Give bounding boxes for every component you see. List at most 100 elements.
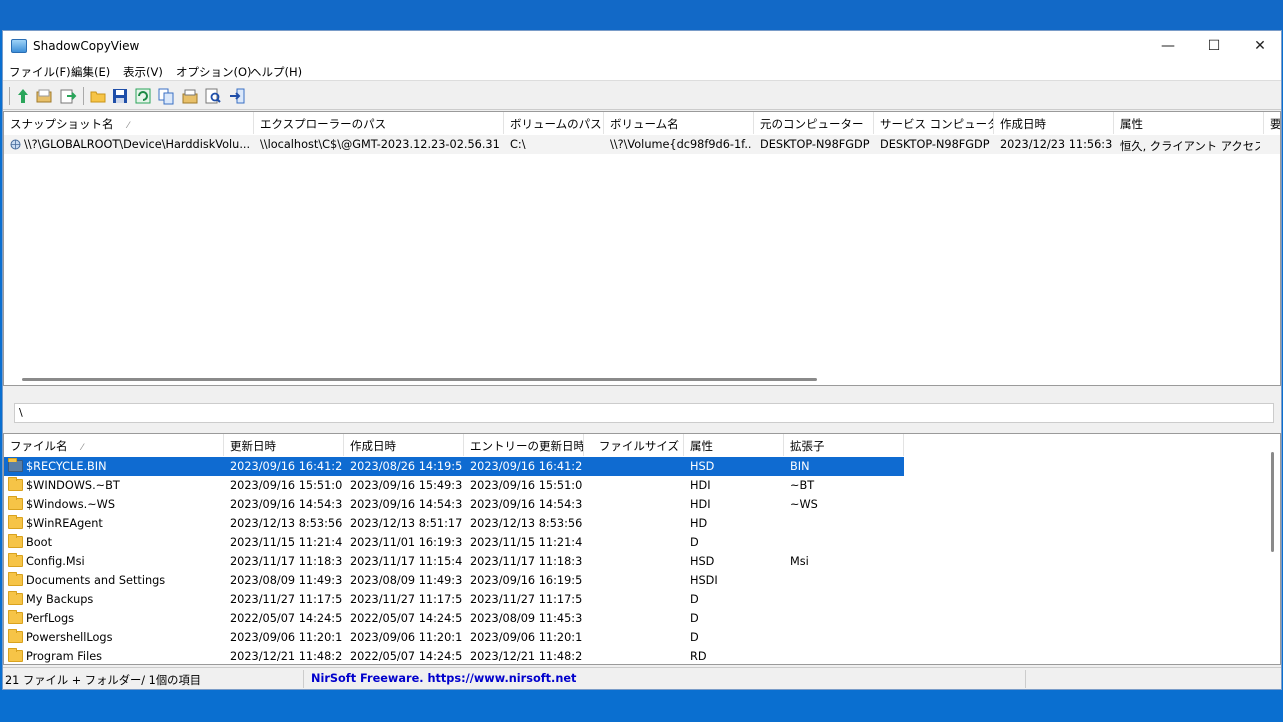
title-bar[interactable]: ShadowCopyView — ☐ ✕ [3,31,1281,61]
cell-modified: 2023/12/13 8:53:56 [230,517,342,530]
folder-icon[interactable] [89,87,107,105]
cell-attributes: HSDI [690,574,718,587]
toolbar-separator [83,87,84,105]
cell-attributes: RD [690,650,707,663]
cell-entry-modified: 2023/09/16 15:51:03 [470,479,582,492]
save-icon[interactable] [111,87,129,105]
cell-modified: 2023/08/09 11:49:36 [230,574,342,587]
table-row[interactable]: Program Files 2023/12/21 11:48:29 2022/05/… [4,647,904,664]
table-row[interactable]: $Windows.~WS 2023/09/16 14:54:31 2023/09/1… [4,495,904,514]
cell-entry-modified: 2023/09/16 14:54:31 [470,498,582,511]
table-row[interactable]: PerfLogs 2022/05/07 14:24:50 2022/05/07 14… [4,609,904,628]
toolbar [3,82,1281,110]
column-header-attributes[interactable]: 属性 [1114,112,1264,134]
file-list[interactable]: ファイル名 ⁄ 更新日時 作成日時 エントリーの更新日時 ファイルサイズ 属性 拡… [3,433,1281,665]
minimize-button[interactable]: — [1145,31,1191,61]
cell-service-computer: DESKTOP-N98FGDP [880,138,990,151]
cell-created: 2023/12/13 8:51:17 [350,517,462,530]
snapshot-icon [10,139,21,150]
folder-icon [8,458,23,472]
folder-icon [8,610,23,624]
cell-attributes: D [690,593,699,606]
cell-attributes: D [690,536,699,549]
cell-file-name: Documents and Settings [26,574,166,587]
menu-view[interactable]: 表示(V) [123,64,163,80]
sort-indicator: ⁄ [81,443,84,453]
export-icon[interactable] [59,87,77,105]
column-header-extension[interactable]: 拡張子 [784,434,904,456]
cell-modified: 2023/12/21 11:48:29 [230,650,342,663]
cell-modified: 2023/11/27 11:17:56 [230,593,342,606]
cell-attributes: HD [690,517,708,530]
horizontal-scrollbar[interactable] [22,378,817,381]
cell-explorer-path: \\localhost\C$\@GMT-2023.12.23-02.56.31 [260,138,500,151]
table-row[interactable]: $WINDOWS.~BT 2023/09/16 15:51:03 2023/09/1… [4,476,904,495]
column-header-service-computer[interactable]: サービス コンピューター [874,112,994,134]
cell-extension: BIN [790,460,810,473]
cell-modified: 2023/11/15 11:21:40 [230,536,342,549]
menu-file[interactable]: ファイル(F) [9,64,71,80]
column-header-created[interactable]: 作成日時 [994,112,1114,134]
column-header-entry-modified[interactable]: エントリーの更新日時 [464,434,584,456]
column-header-file-name[interactable]: ファイル名 ⁄ [4,434,224,456]
folder-icon [8,496,23,510]
cell-file-name: PerfLogs [26,612,75,625]
column-header-volume-name[interactable]: ボリューム名 [604,112,754,134]
folder-icon [8,648,23,662]
column-header-file-size[interactable]: ファイルサイズ [584,434,684,456]
cell-entry-modified: 2023/12/21 11:48:29 [470,650,582,663]
menu-help[interactable]: ヘルプ(H) [250,64,302,80]
column-header-created[interactable]: 作成日時 [344,434,464,456]
cell-attributes: D [690,631,699,644]
column-header-original-computer[interactable]: 元のコンピューター [754,112,874,134]
table-row[interactable]: Config.Msi 2023/11/17 11:18:31 2023/11/17 … [4,552,904,571]
column-header-attributes[interactable]: 属性 [684,434,784,456]
cell-extension: Msi [790,555,809,568]
cell-attributes: 恒久, クライアント アクセス... [1120,140,1260,153]
table-row[interactable]: $RECYCLE.BIN 2023/09/16 16:41:24 2023/08/2… [4,457,904,476]
cell-created: 2023/11/01 16:19:36 [350,536,462,549]
close-button[interactable]: ✕ [1237,31,1283,61]
table-row[interactable]: Documents and Settings 2023/08/09 11:49:3… [4,571,904,590]
snapshot-list[interactable]: スナップショット名 ⁄ エクスプローラーのパス ボリュームのパス ボリューム名 元… [3,111,1281,386]
cell-modified: 2023/09/16 16:41:24 [230,460,342,473]
find-icon[interactable] [204,87,222,105]
cell-entry-modified: 2023/09/16 16:41:24 [470,460,582,473]
menu-options[interactable]: オプション(O) [176,64,252,80]
cell-file-name: $RECYCLE.BIN [26,460,107,473]
cell-attributes: HDI [690,479,711,492]
cell-attributes: D [690,612,699,625]
column-header-modified[interactable]: 更新日時 [224,434,344,456]
column-header-more[interactable]: 要 [1264,112,1280,134]
column-header-volume-path[interactable]: ボリュームのパス [504,112,604,134]
table-row[interactable]: PowershellLogs 2023/09/06 11:20:11 2023/09… [4,628,904,647]
folder-icon [8,553,23,567]
maximize-button[interactable]: ☐ [1191,31,1237,61]
refresh-icon[interactable] [134,87,152,105]
cell-entry-modified: 2023/08/09 11:45:34 [470,612,582,625]
column-header-snapshot-name[interactable]: スナップショット名 ⁄ [4,112,254,134]
cell-attributes: HSD [690,555,715,568]
menu-bar: ファイル(F) 編集(E) 表示(V) オプション(O) ヘルプ(H) [3,61,1281,81]
nirsoft-link[interactable]: NirSoft Freeware. https://www.nirsoft.ne… [311,672,576,685]
up-arrow-icon[interactable] [14,87,32,105]
folder-icon [8,515,23,529]
path-field[interactable]: \ [14,403,1274,423]
properties-icon[interactable] [181,87,199,105]
table-row[interactable]: My Backups 2023/11/27 11:17:56 2023/11/27 … [4,590,904,609]
cell-created: 2023/08/26 14:19:55 [350,460,462,473]
vertical-scrollbar[interactable] [1271,452,1274,552]
cell-modified: 2023/09/16 14:54:31 [230,498,342,511]
cell-created: 2023/12/23 11:56:31 [1000,138,1112,151]
table-row[interactable]: Boot 2023/11/15 11:21:40 2023/11/01 16:19:… [4,533,904,552]
table-row[interactable]: $WinREAgent 2023/12/13 8:53:56 2023/12/13 … [4,514,904,533]
menu-edit[interactable]: 編集(E) [71,64,110,80]
table-row[interactable]: \\?\GLOBALROOT\Device\HarddiskVolu... \\… [4,135,1280,154]
cell-file-name: $WinREAgent [26,517,103,530]
column-header-explorer-path[interactable]: エクスプローラーのパス [254,112,504,134]
copy-icon[interactable] [157,87,175,105]
open-icon[interactable] [35,87,53,105]
cell-entry-modified: 2023/09/06 11:20:11 [470,631,582,644]
cell-volume-name: \\?\Volume{dc98f9d6-1f... [610,138,752,151]
exit-icon[interactable] [228,87,246,105]
